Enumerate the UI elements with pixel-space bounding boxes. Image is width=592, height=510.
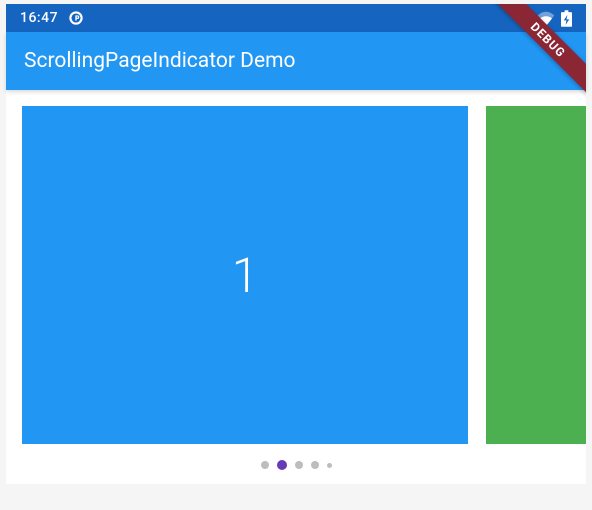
page-label: 1 <box>232 247 259 304</box>
page-view[interactable]: 1 2 <box>6 106 586 446</box>
battery-charging-icon <box>561 10 572 27</box>
app-bar: ScrollingPageIndicator Demo <box>6 32 586 90</box>
status-bar: 16:47 <box>6 4 586 32</box>
android-p-icon <box>68 10 84 26</box>
indicator-dot <box>261 461 269 469</box>
alarm-icon <box>514 10 531 27</box>
indicator-dot <box>295 461 303 469</box>
scrolling-page-indicator <box>6 446 586 484</box>
wifi-icon <box>537 11 555 26</box>
content-area: 1 2 <box>6 90 586 484</box>
indicator-dot <box>327 463 332 468</box>
status-time: 16:47 <box>20 10 58 26</box>
page-card[interactable]: 2 <box>486 106 586 444</box>
indicator-dot <box>311 461 319 469</box>
indicator-dot-active <box>277 460 287 470</box>
app-bar-title: ScrollingPageIndicator Demo <box>24 49 296 73</box>
page-card[interactable]: 1 <box>22 106 468 444</box>
